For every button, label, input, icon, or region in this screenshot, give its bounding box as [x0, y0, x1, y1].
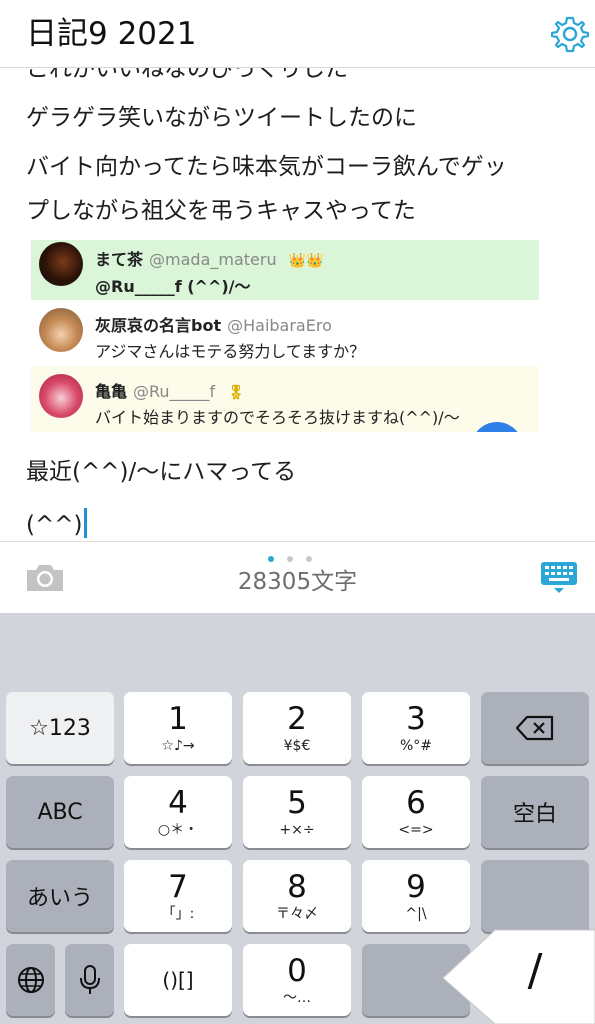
embedded-tweets: まて茶 @mada_materu 👑👑 @Ru_____f (^^)/〜 灰原哀の名… — [31, 240, 539, 432]
key-2[interactable]: 2 ¥$€ — [243, 692, 351, 764]
tweet-author: まて茶 @mada_materu 👑👑 — [95, 250, 324, 269]
enter-key[interactable] — [481, 860, 589, 932]
tweet-text: @Ru_____f (^^)/〜 — [95, 277, 251, 296]
microphone-icon — [79, 965, 100, 994]
globe-icon — [17, 967, 44, 993]
key-0[interactable]: 0 〜… — [243, 944, 351, 1016]
character-count: 28305文字 — [237, 569, 358, 595]
text-editor[interactable]: これがいいねなのびっくりした ゲラゲラ笑いながらツイートしたのに バイト向かって… — [0, 52, 595, 542]
tweet-text: アジマさんはモテる努力してますか？ — [95, 342, 366, 361]
avatar — [39, 308, 83, 352]
editor-toolbar: 28305文字 — [0, 541, 595, 613]
tweet-author: 灰原哀の名言bot @HaibaraEro — [95, 316, 332, 335]
avatar — [39, 374, 83, 418]
dictation-key[interactable] — [65, 944, 114, 1016]
tweet-author: 亀亀 @Ru_____f 🎖 — [95, 382, 245, 401]
key-3[interactable]: 3 %°# — [362, 692, 470, 764]
tweet-card[interactable]: 灰原哀の名言bot @HaibaraEro アジマさんはモテる努力してますか？ — [31, 302, 539, 364]
backspace-key[interactable] — [481, 692, 589, 764]
flick-popup-char: / — [527, 945, 543, 996]
avatar — [39, 242, 83, 286]
backspace-icon — [515, 715, 554, 741]
key-6[interactable]: 6 <=> — [362, 776, 470, 848]
editor-line: プしながら祖父を弔うキャスやってた — [26, 198, 416, 224]
badge-icon: 👑👑 — [288, 253, 324, 269]
key-brackets[interactable]: ()[] — [124, 944, 232, 1016]
editor-line: バイト向かってたら味本気がコーラ飲んでゲッ — [26, 154, 507, 180]
key-8[interactable]: 8 〒々〆 — [243, 860, 351, 932]
key-symbols[interactable]: ☆123 — [6, 692, 114, 764]
key-kana[interactable]: あいう — [6, 860, 114, 932]
top-bar: 日記9 2021 — [0, 0, 595, 68]
tweet-card[interactable]: まて茶 @mada_materu 👑👑 @Ru_____f (^^)/〜 — [31, 240, 539, 300]
keyboard-toggle-icon[interactable] — [540, 560, 578, 594]
tweet-card[interactable]: 亀亀 @Ru_____f 🎖 バイト始まりますのでそろそろ抜けますね(^^)/〜 — [31, 366, 539, 432]
editor-line: 最近(^^)/〜にハマってる — [26, 459, 297, 485]
gear-icon[interactable] — [551, 15, 589, 53]
key-7[interactable]: 7 「」: — [124, 860, 232, 932]
badge-icon: 🎖 — [227, 385, 245, 401]
page-title: 日記9 2021 — [26, 16, 197, 52]
space-key[interactable]: 空白 — [481, 776, 589, 848]
key-5[interactable]: 5 +×÷ — [243, 776, 351, 848]
key-1[interactable]: 1 ☆♪→ — [124, 692, 232, 764]
tweet-text: バイト始まりますのでそろそろ抜けますね(^^)/〜 — [95, 408, 460, 427]
key-abc[interactable]: ABC — [6, 776, 114, 848]
text-caret — [83, 508, 87, 538]
key-4[interactable]: 4 ○＊・ — [124, 776, 232, 848]
key-9[interactable]: 9 ^|\ — [362, 860, 470, 932]
globe-key[interactable] — [6, 944, 55, 1016]
editor-line-current: (^^) — [26, 508, 87, 540]
editor-line: ゲラゲラ笑いながらツイートしたのに — [26, 105, 417, 131]
